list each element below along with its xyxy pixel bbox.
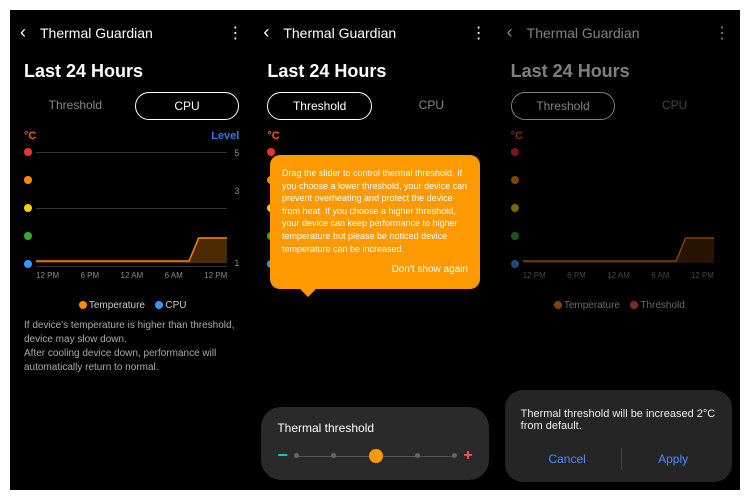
- screen-cpu: ‹ Thermal Guardian ⋮ Last 24 Hours Thres…: [10, 10, 253, 490]
- tab-threshold[interactable]: Threshold: [24, 92, 127, 120]
- thermal-slider[interactable]: − +: [277, 445, 472, 466]
- tab-cpu[interactable]: CPU: [380, 92, 483, 120]
- slider-thumb[interactable]: [369, 449, 383, 463]
- unit-label: °C: [24, 130, 36, 142]
- unit-label: °C: [511, 130, 523, 142]
- level-label: Level: [211, 130, 239, 142]
- confirm-dialog: Thermal threshold will be increased 2°C …: [505, 390, 732, 482]
- tooltip: Drag the slider to control thermal thres…: [270, 155, 480, 289]
- app-title: Thermal Guardian: [40, 25, 227, 41]
- tab-cpu[interactable]: CPU: [135, 92, 240, 120]
- screen-threshold-dialog: ‹ Thermal Guardian ⋮ Last 24 Hours Thres…: [497, 10, 740, 490]
- app-title: Thermal Guardian: [527, 25, 714, 41]
- back-icon[interactable]: ‹: [20, 22, 40, 43]
- legend: Temperature Threshold: [497, 298, 740, 313]
- tab-threshold[interactable]: Threshold: [267, 92, 372, 120]
- info-text: If device's temperature is higher than t…: [10, 313, 253, 381]
- chart: 5 3 1 12 PM 6 PM 12 AM 6 AM 12 PM: [24, 148, 239, 298]
- slider-panel: Thermal threshold − +: [261, 407, 488, 480]
- slider-title: Thermal threshold: [277, 421, 472, 435]
- level-dot-blue: [24, 260, 32, 268]
- level-dot-red: [24, 148, 32, 156]
- page-heading: Last 24 Hours: [253, 55, 496, 92]
- tab-cpu[interactable]: CPU: [623, 92, 726, 120]
- unit-label: °C: [267, 130, 279, 142]
- level-dot-green: [24, 232, 32, 240]
- page-heading: Last 24 Hours: [10, 55, 253, 92]
- menu-icon[interactable]: ⋮: [471, 23, 487, 43]
- cancel-button[interactable]: Cancel: [528, 448, 605, 470]
- menu-icon[interactable]: ⋮: [227, 23, 243, 43]
- chart: 12 PM 6 PM 12 AM 6 AM 12 PM: [511, 148, 726, 298]
- app-title: Thermal Guardian: [283, 25, 470, 41]
- temperature-line: [523, 233, 714, 263]
- plus-icon[interactable]: +: [463, 447, 472, 465]
- apply-button[interactable]: Apply: [638, 448, 708, 470]
- temperature-line: [36, 233, 227, 263]
- tooltip-dismiss[interactable]: Don't show again: [282, 263, 468, 277]
- back-icon[interactable]: ‹: [263, 22, 283, 43]
- dialog-text: Thermal threshold will be increased 2°C …: [521, 408, 716, 432]
- back-icon[interactable]: ‹: [507, 22, 527, 43]
- tab-threshold[interactable]: Threshold: [511, 92, 616, 120]
- legend: Temperature CPU: [10, 298, 253, 313]
- page-heading: Last 24 Hours: [497, 55, 740, 92]
- minus-icon[interactable]: −: [277, 445, 288, 466]
- menu-icon[interactable]: ⋮: [714, 23, 730, 43]
- level-dot-yellow: [24, 204, 32, 212]
- screen-threshold-tooltip: ‹ Thermal Guardian ⋮ Last 24 Hours Thres…: [253, 10, 496, 490]
- level-dot-orange: [24, 176, 32, 184]
